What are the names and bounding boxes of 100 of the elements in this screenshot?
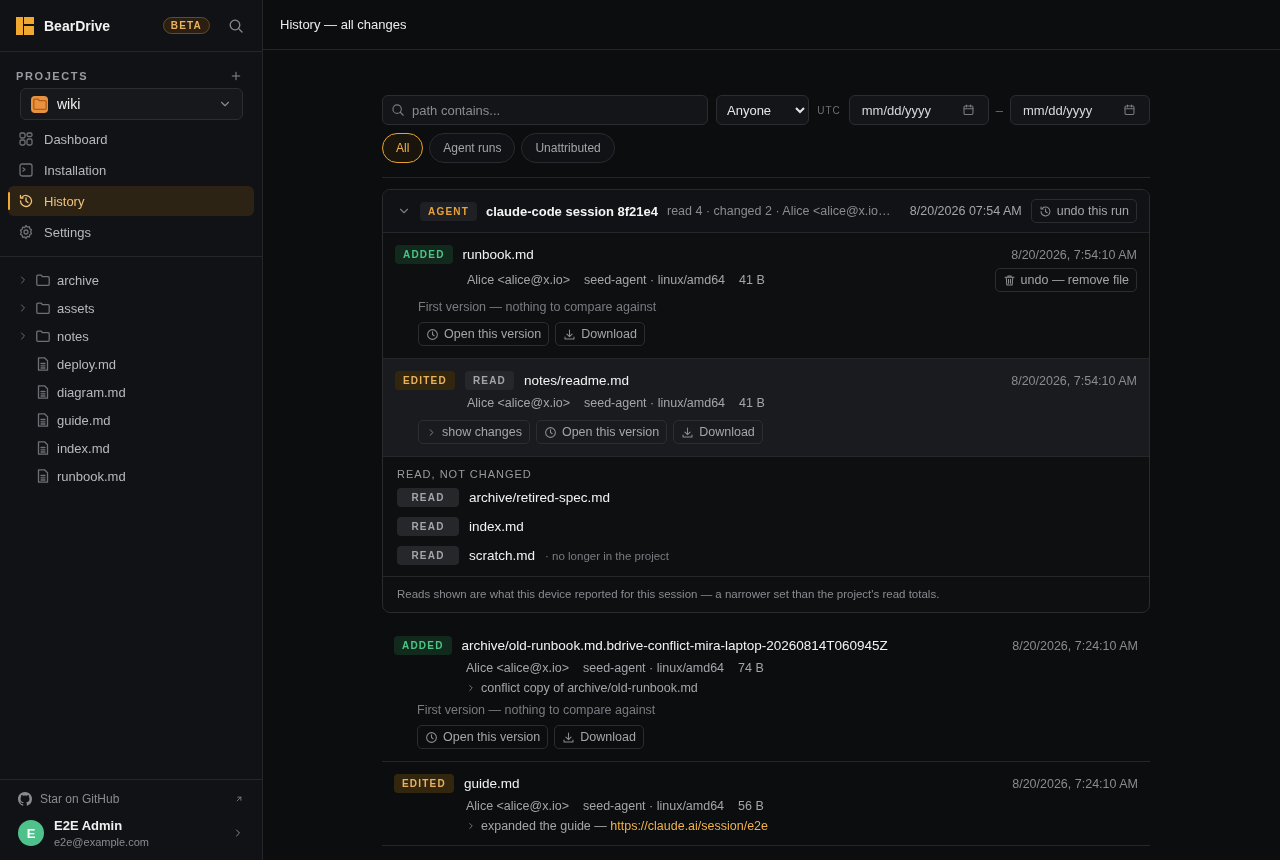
clock-icon [425,730,438,744]
file-path: runbook.md [462,247,535,262]
range-separator: – [995,102,1003,118]
folder-icon [31,96,48,112]
file-path: archive/old-runbook.md.bdrive-conflict-mira-laptop-20260814T060945Z [461,638,889,653]
author: Alice <alice@x.io> [467,396,570,410]
from-date-field[interactable]: mm/dd/yyyy [848,95,989,125]
nav-item[interactable]: Dashboard [8,124,254,154]
filter-chip[interactable]: Agent runs [429,133,516,163]
download-icon [681,425,695,439]
undo-run-button[interactable]: undo this run [1030,199,1137,223]
session-title: claude-code session 8f21e4 [486,203,658,219]
chevron-right-icon [466,683,476,693]
author: Alice <alice@x.io> [467,273,570,287]
path-search-field[interactable]: path contains... [382,95,708,125]
file-path: notes/readme.md [524,373,631,388]
file-size: 74 B [738,661,764,675]
read-badge: READ [464,371,514,390]
change-note: conflict copy of archive/old-runbook.md [481,681,698,695]
file-item[interactable]: runbook.md [0,462,262,490]
file-icon [35,468,51,484]
github-link[interactable]: Star on GitHub [40,792,226,806]
beta-badge: BETA [162,17,210,34]
info-text: First version — nothing to compare against [417,300,658,314]
open-button[interactable]: Open this version [417,725,549,749]
search-icon [228,17,244,34]
read-badge: READ [397,517,459,536]
page-title: History — all changes [280,17,407,32]
calendar-icon [961,103,975,117]
download-button[interactable]: Download [555,322,645,346]
file-icon [35,384,51,400]
file-item[interactable]: deploy.md [0,350,262,378]
status-badge: ADDED [394,636,452,655]
avatar: E [18,820,44,846]
nav-item[interactable]: Settings [8,217,254,247]
session-summary: read 4 · changed 2 · Alice <alice@x.io… [667,204,892,218]
open-button[interactable]: Open this version [535,420,668,444]
nav-item[interactable]: History [8,186,254,216]
file-path: index.md [469,519,524,534]
clock-icon [426,327,439,341]
agent-badge: AGENT [420,201,477,221]
timestamp: 8/20/2026, 7:54:10 AM [1011,247,1137,262]
file-path: guide.md [463,776,521,791]
agent-platform: seed-agent · linux/amd64 [583,661,725,675]
open-button[interactable]: Open this version [418,322,550,346]
folder-icon [35,328,51,344]
file-icon [35,356,51,372]
folder-icon [35,300,51,316]
user-email: e2e@example.com [54,836,150,848]
nav-item[interactable]: Installation [8,155,254,185]
timestamp: 8/20/2026, 7:54:10 AM [1011,373,1137,388]
section-heading: READ, NOT CHANGED [397,468,533,480]
filter-chip[interactable]: All [382,133,424,163]
download-icon [563,327,577,341]
file-path: scratch.md [469,548,536,563]
plus-icon [230,70,242,82]
agent-platform: seed-agent · linux/amd64 [584,396,726,410]
timestamp: 8/20/2026, 7:24:10 AM [1012,776,1138,791]
session-link[interactable]: https://claude.ai/session/e2e [610,819,769,833]
file-icon [35,412,51,428]
download-icon [562,730,576,744]
download-button[interactable]: Download [673,420,763,444]
download-button[interactable]: Download [554,725,644,749]
gear-icon [18,224,34,240]
history-icon [18,193,34,209]
grid-icon [18,131,34,147]
file-icon [35,440,51,456]
folder-item[interactable]: assets [0,294,262,322]
file-size: 56 B [738,799,764,813]
filter-chip[interactable]: Unattributed [521,133,615,163]
logo-icon [16,16,34,35]
change-note: expanded the guide — https://claude.ai/session/e2e [481,819,769,833]
project-select[interactable]: wiki [20,88,243,120]
history-icon [1038,204,1052,218]
github-icon [18,792,32,806]
clock-icon [543,425,557,439]
file-size: 41 B [739,273,765,287]
status-badge: EDITED [395,371,455,390]
file-note: · no longer in the project [545,549,670,562]
file-item[interactable]: guide.md [0,406,262,434]
author: Alice <alice@x.io> [466,661,569,675]
session-time: 8/20/2026 07:54 AM [909,204,1022,218]
status-badge: ADDED [395,245,453,264]
to-date-field[interactable]: mm/dd/yyyy [1010,95,1150,125]
show-button[interactable]: show changes [418,420,530,444]
folder-item[interactable]: archive [0,266,262,294]
author-select[interactable]: Anyone [716,95,810,125]
chevron-right-icon [466,821,476,831]
brand-name: BearDrive [44,17,112,34]
read-badge: READ [397,488,459,507]
terminal-icon [18,162,34,178]
status-badge: EDITED [394,774,454,793]
undo-remove-button[interactable]: undo — remove file [994,268,1137,292]
file-path: archive/retired-spec.md [469,490,611,505]
author: Alice <alice@x.io> [466,799,569,813]
timestamp: 8/20/2026, 7:24:10 AM [1012,638,1138,653]
file-item[interactable]: diagram.md [0,378,262,406]
session-footnote: Reads shown are what this device reported for this session — a narrower set than the project's read totals. [396,587,941,602]
file-item[interactable]: index.md [0,434,262,462]
folder-item[interactable]: notes [0,322,262,350]
